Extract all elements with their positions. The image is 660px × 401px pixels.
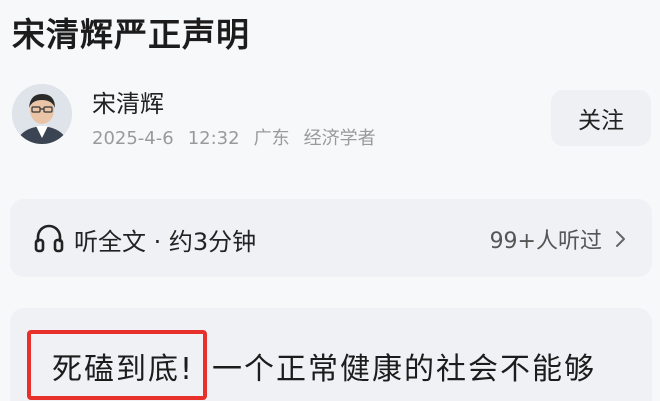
body-text: 一个正常健康的社会不能够 [212, 352, 597, 387]
listen-label: 听全文 · 约3分钟 [74, 228, 257, 256]
publish-date: 2025-4-6 [92, 128, 174, 149]
listen-full-text-bar[interactable]: 听全文 · 约3分钟 99+人听过 [10, 199, 652, 277]
author-name[interactable]: 宋清辉 [92, 84, 164, 119]
publish-time: 12:32 [187, 128, 240, 149]
article-first-line: 死磕到底! 一个正常健康的社会不能够 [52, 344, 596, 388]
author-location: 广东 [253, 128, 290, 149]
follow-button[interactable]: 关注 [551, 90, 651, 146]
chevron-right-icon [616, 231, 625, 247]
person-portrait-icon [12, 84, 72, 144]
author-role: 经济学者 [303, 128, 376, 149]
author-avatar[interactable] [12, 84, 72, 144]
headphone-icon [34, 224, 64, 253]
highlighted-phrase: 死磕到底! [52, 352, 195, 387]
article-meta: 2025-4-6 12:32 广东 经济学者 [92, 124, 390, 150]
listen-count: 99+人听过 [489, 229, 602, 254]
article-title: 宋清辉严正声明 [12, 15, 250, 54]
article-page: 宋清辉严正声明 宋清辉 2025-4-6 12:32 广东 经济学者 关注 听全文 ·… [0, 0, 660, 401]
